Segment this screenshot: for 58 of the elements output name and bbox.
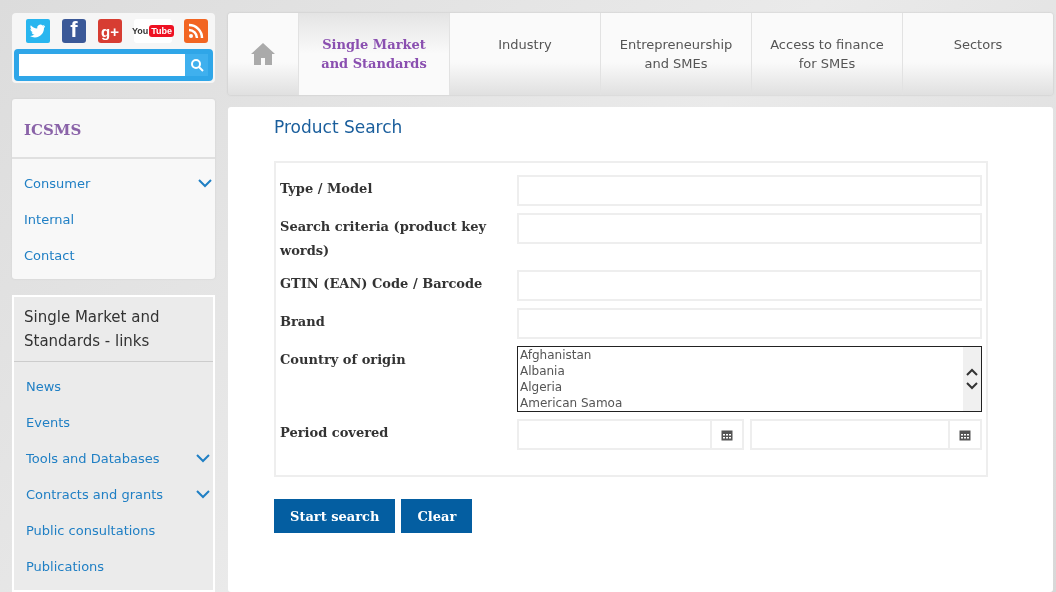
facebook-logo[interactable]: f — [62, 19, 86, 43]
field-label: Country of origin — [280, 351, 407, 369]
sidebar-link[interactable]: Events — [14, 404, 213, 440]
list-option[interactable]: Albania — [520, 363, 963, 379]
sidebar-link[interactable]: Contact — [12, 237, 215, 273]
link-text[interactable]: Tools and Databases — [26, 450, 160, 466]
link-text[interactable]: Public consultations — [26, 522, 156, 538]
sidebar-link[interactable]: Publications — [14, 548, 213, 584]
bird-icon[interactable] — [26, 19, 50, 43]
sidebar-link[interactable]: Consumer — [12, 165, 215, 201]
chevron-up-icon[interactable] — [966, 368, 978, 376]
link-text[interactable]: Consumer — [24, 175, 91, 191]
sidebar-link[interactable]: Public consultations — [14, 512, 213, 548]
rss-icon[interactable] — [184, 19, 208, 43]
google-plus-logo[interactable]: g+ — [98, 19, 122, 43]
list-box[interactable]: Afghanistan Albania Algeria American Samoa — [517, 346, 982, 412]
scrollbar[interactable] — [963, 347, 981, 411]
nav-tab[interactable]: Single Market and Standards — [298, 13, 449, 95]
date-field[interactable] — [517, 419, 744, 450]
list-option[interactable]: American Samoa — [520, 395, 963, 411]
field-label: Brand — [280, 313, 326, 331]
page-title: Product Search — [274, 117, 404, 137]
link-text[interactable]: Publications — [26, 558, 105, 574]
link-text[interactable]: Contact — [24, 247, 75, 263]
link-text[interactable]: Internal — [24, 211, 75, 227]
home-icon[interactable] — [250, 42, 276, 66]
nav-tab[interactable]: Access to finance for SMEs — [751, 13, 902, 95]
date-field[interactable] — [750, 419, 982, 450]
sidebar-link[interactable]: Internal — [12, 201, 215, 237]
field-label: Type / Model — [280, 180, 374, 198]
youtube-logo[interactable]: You Tube — [134, 19, 172, 43]
sidebar-link[interactable]: Contracts and grants — [14, 476, 213, 512]
sidebar-link[interactable]: News — [14, 368, 213, 404]
chevron-down-icon — [196, 453, 210, 463]
sidebar-link[interactable]: Tools and Databases — [14, 440, 213, 476]
list-option[interactable]: Afghanistan — [520, 347, 963, 363]
link-text[interactable]: Contracts and grants — [26, 486, 164, 502]
links-title: Single Market and Standards - links — [14, 297, 213, 362]
search-button[interactable] — [185, 54, 208, 76]
link-text[interactable]: Events — [26, 414, 70, 430]
link-text[interactable]: News — [26, 378, 62, 394]
nav-tab[interactable]: Sectors — [902, 13, 1053, 95]
search-field[interactable] — [14, 49, 213, 81]
calendar-icon[interactable] — [959, 428, 971, 441]
sidebar-title: ICSMS — [12, 99, 215, 159]
form-button[interactable]: Clear — [401, 499, 473, 533]
chevron-down-icon — [196, 489, 210, 499]
search-icon — [189, 58, 204, 72]
chevron-down-icon — [198, 178, 212, 188]
form-button[interactable]: Start search — [274, 499, 396, 533]
field-label: Search criteria (product key words) — [280, 218, 488, 260]
list-option[interactable]: Algeria — [520, 379, 963, 395]
nav-tab[interactable]: Industry — [449, 13, 600, 95]
field-label: Period covered — [280, 424, 390, 442]
nav-tab[interactable]: Entrepreneurship and SMEs — [600, 13, 751, 95]
chevron-down-icon[interactable] — [966, 382, 978, 390]
field-label: GTIN (EAN) Code / Barcode — [280, 275, 484, 293]
calendar-icon[interactable] — [721, 428, 733, 441]
